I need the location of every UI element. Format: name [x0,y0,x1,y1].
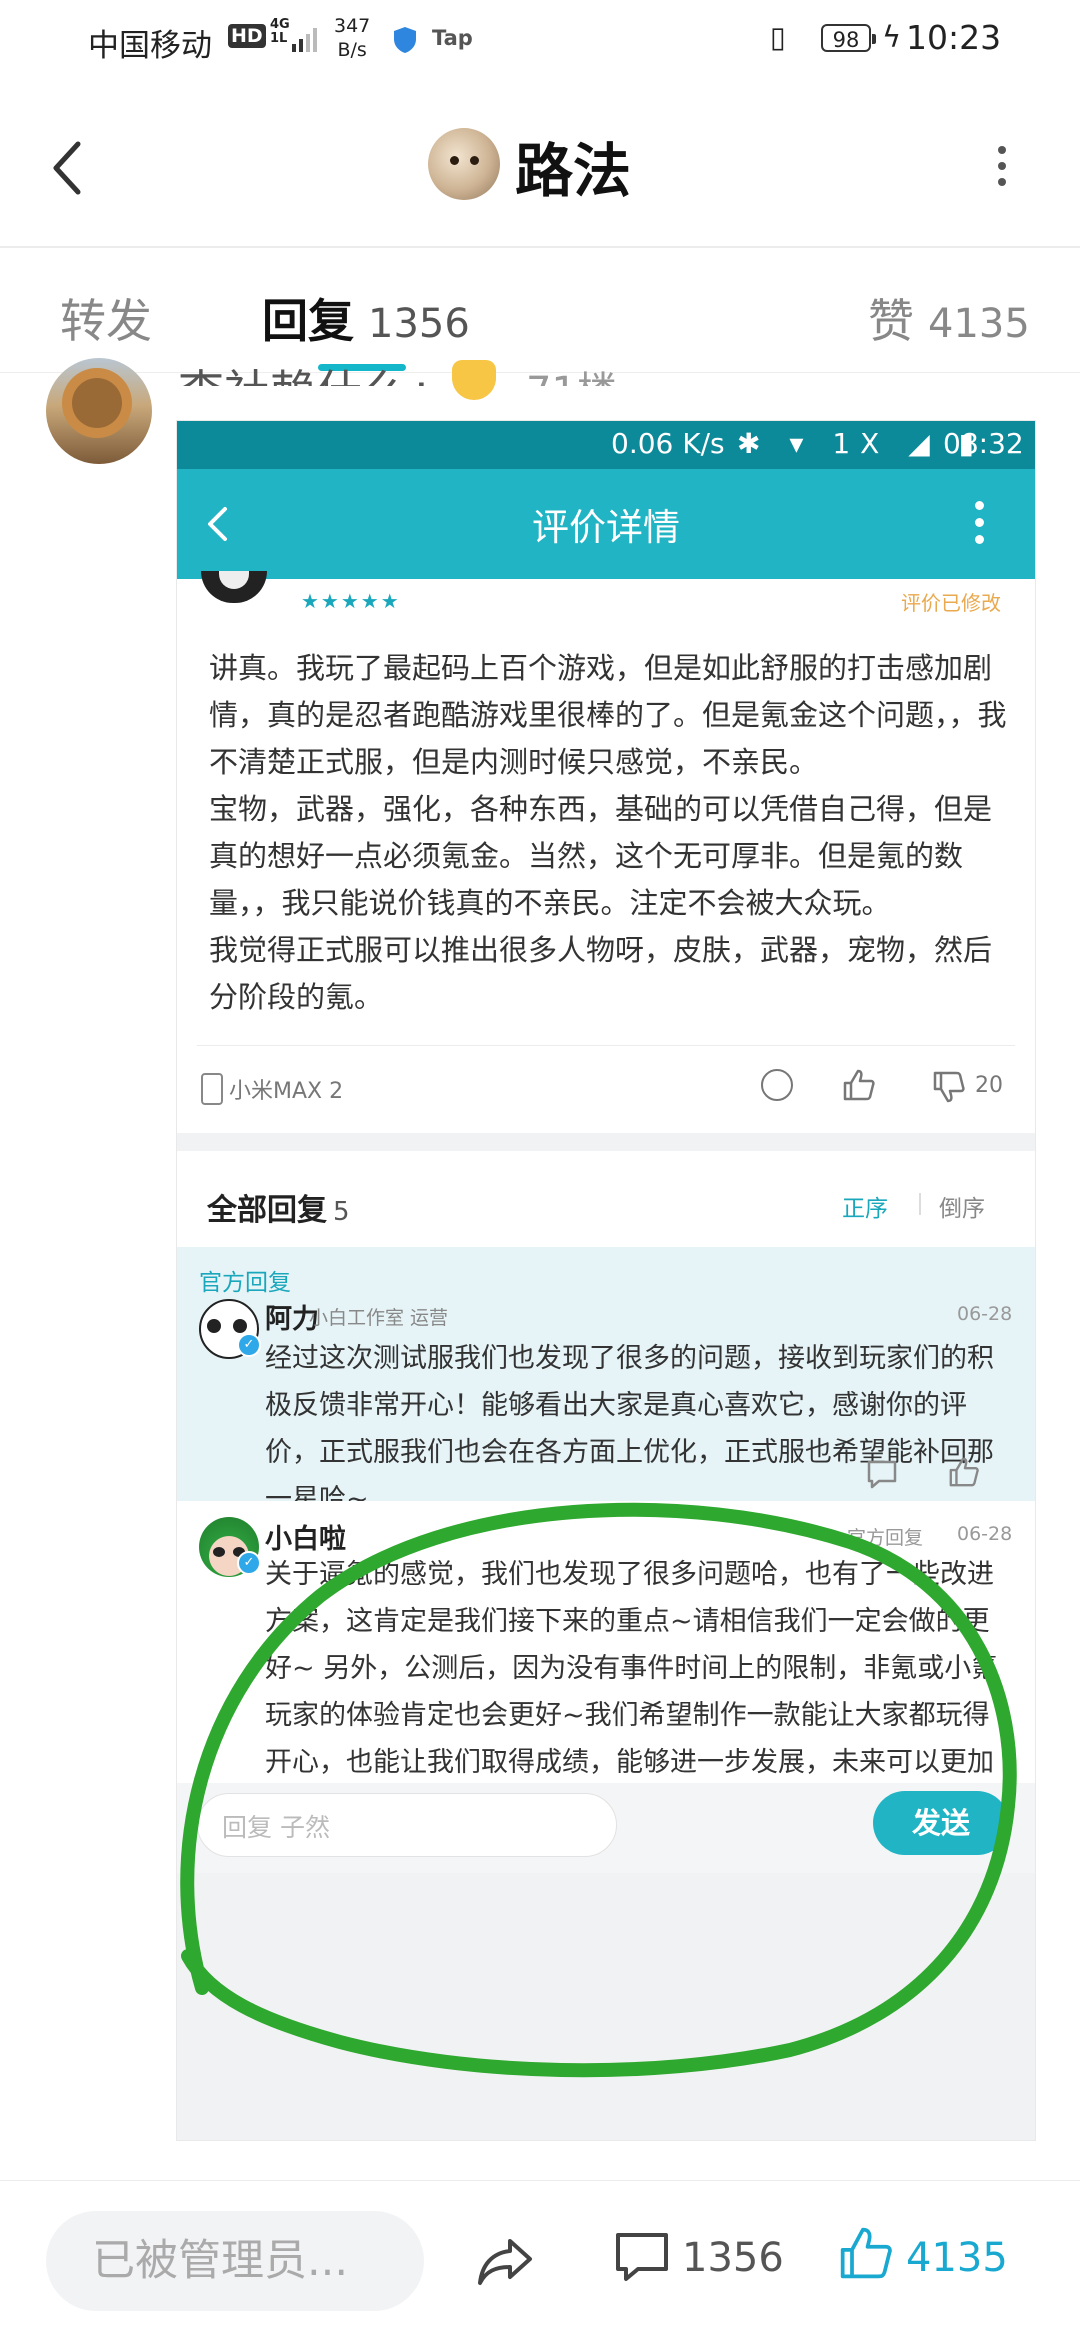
official-reply: 官方回复 ✓ 阿力 小白工作室 运营 06-28 经过这次测试服我们也发现了很多… [177,1247,1035,1515]
sort-separator [919,1193,921,1215]
comment-count: 1356 [682,2235,784,2281]
network-speed: 347 B/s [334,15,371,61]
share-button[interactable] [476,2235,534,2287]
reply-user-avatar[interactable] [46,358,152,464]
reply-author-meta: 小白工作室 运营 [309,1307,449,1329]
all-replies-count: 5 [333,1197,350,1227]
header-divider [0,246,1080,248]
more-options-button[interactable] [994,146,1010,188]
screenshot-status-bar: 0.06 K/s ✱ ▾ 1X ◢ ▮ 08:32 [177,421,1035,469]
screenshot-app-bar: 评价详情 [177,469,1035,579]
vibrate-icon: ▯ [770,20,786,54]
review-paragraph: 宝物，武器，强化，各种东西，基础的可以凭借自己得，但是真的想好一点必须氪金。当然… [209,792,993,920]
tab-reply-label: 回复 [262,294,354,348]
screenshot-more-icon [975,501,985,545]
phone-icon [201,1073,223,1105]
thumbs-up-icon [843,1069,875,1101]
screenshot-clock: 08:32 [943,427,1024,460]
screenshot-title: 评价详情 [532,506,680,549]
highlight-circle [180,1502,1017,2078]
tap-app-icon: Tap [432,26,473,50]
review-text: 讲真。我玩了最起码上百个游戏，但是如此舒服的打击感加剧情，真的是忍者跑酷游戏里很… [209,645,1009,1021]
signal-icon [292,26,322,52]
reply-date: 06-28 [957,1303,1013,1325]
thumbs-down-icon [933,1071,965,1103]
sort-ascending: 正序 [842,1196,888,1222]
all-replies-label: 全部回复 [207,1193,327,1228]
back-button[interactable] [48,138,88,198]
battery-icon: 98 [821,24,876,52]
comment-button[interactable] [612,2227,672,2287]
divider [197,1045,1015,1046]
sort-descending: 倒序 [939,1196,985,1222]
section-gap [177,1133,1035,1151]
like-count: 4135 [906,2235,1008,2281]
review-paragraph: 我觉得正式服可以推出很多人物呀，皮肤，武器，宠物，然后分阶段的氪。 [209,933,993,1014]
verified-icon: ✓ [237,1333,261,1357]
network-type: 4G 1L [270,17,290,46]
tab-repost[interactable]: 转发 [60,285,152,351]
like-button[interactable] [838,2225,894,2281]
page-title: 路法 [515,137,632,205]
emoji-icon [761,1069,793,1101]
carrier-label: 中国移动 [88,28,212,64]
charging-icon: ϟ [882,20,902,54]
edited-label: 评价已修改 [901,591,1001,615]
reply-user-name[interactable]: 李社赖什么¿ [178,352,432,386]
author-avatar[interactable] [428,128,500,200]
bottom-action-bar: 已被管理员... 1356 4135 [0,2181,1080,2340]
shield-icon [394,27,416,53]
tab-reply[interactable]: 回复 1356 [262,285,470,351]
all-replies-heading: 全部回复 5 [207,1185,350,1229]
level-badge-icon [452,360,496,400]
official-reply-tag: 官方回复 [199,1270,291,1296]
hd-badge: HD [228,24,266,48]
screenshot-net-speed: 0.06 K/s [611,427,725,460]
clock: 10:23 [906,18,1002,57]
dislike-count: 20 [975,1073,1003,1098]
status-bar: 中国移动 HD 4G 1L 347 B/s Tap ▯ 98 ϟ 10:23 [0,0,1080,80]
device-label: 小米MAX 2 [229,1079,344,1104]
tab-reply-count: 1356 [368,301,470,347]
reviewer-avatar [201,571,267,603]
tab-like[interactable]: 赞 4135 [868,285,1030,351]
review-paragraph: 讲真。我玩了最起码上百个游戏，但是如此舒服的打击感加剧情，真的是忍者跑酷游戏里很… [209,651,1007,779]
tab-like-label: 赞 [868,294,914,348]
floor-label: 71楼 [526,352,617,386]
tab-like-count: 4135 [928,301,1030,347]
rating-stars: ★★★★★ [301,589,401,613]
comment-input[interactable]: 已被管理员... [46,2211,424,2311]
